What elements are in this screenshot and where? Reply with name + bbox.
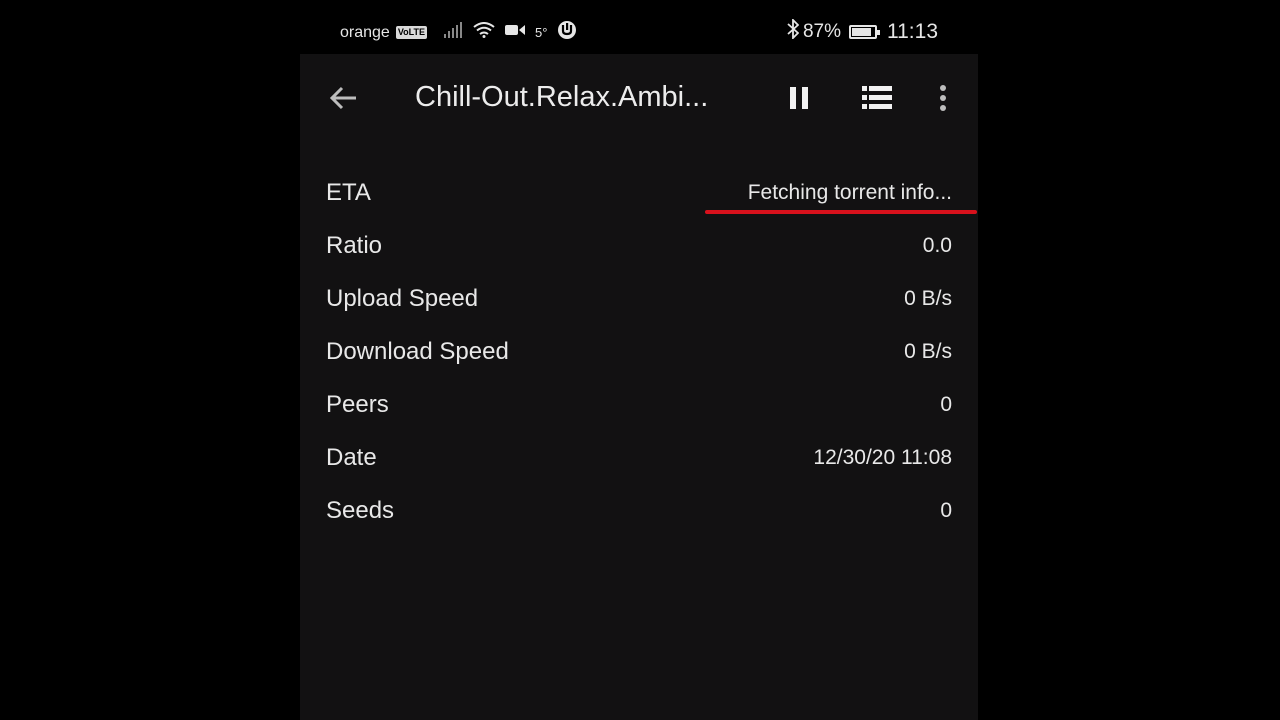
peers-value: 0	[940, 392, 952, 416]
detail-row-seeds: Seeds 0	[300, 484, 978, 537]
download-speed-value: 0 B/s	[904, 339, 952, 363]
upload-speed-label: Upload Speed	[326, 284, 479, 312]
app-toolbar: Chill-Out.Relax.Ambi...	[300, 54, 978, 144]
video-camera-icon	[505, 23, 525, 42]
more-options-button[interactable]	[925, 80, 961, 116]
seeds-value: 0	[940, 498, 952, 522]
list-view-button[interactable]	[859, 80, 895, 116]
pause-icon	[790, 87, 808, 109]
more-vert-icon	[940, 85, 946, 111]
carrier-name: orange	[340, 23, 390, 41]
pause-button[interactable]	[781, 80, 817, 116]
bluetooth-icon	[787, 17, 800, 45]
temperature-text: 5°	[535, 25, 548, 40]
ratio-label: Ratio	[326, 231, 383, 259]
back-button[interactable]	[326, 80, 362, 116]
status-bar: orange VoLTE 5° 87% 11:13	[300, 10, 978, 52]
list-icon	[862, 86, 892, 109]
volte-badge: VoLTE	[395, 26, 427, 39]
battery-level	[852, 28, 871, 36]
wifi-icon	[473, 22, 495, 43]
status-right: 87% 11:13	[787, 17, 938, 45]
phone-screen: orange VoLTE 5° 87% 11:13 Chill-Out.Rela…	[0, 0, 1280, 720]
detail-row-download-speed: Download Speed 0 B/s	[300, 325, 978, 378]
detail-row-eta: ETA Fetching torrent info...	[300, 166, 978, 219]
detail-row-upload-speed: Upload Speed 0 B/s	[300, 272, 978, 325]
torrent-title: Chill-Out.Relax.Ambi...	[415, 81, 709, 113]
download-speed-label: Download Speed	[326, 337, 509, 365]
highlight-underline	[705, 210, 977, 214]
detail-row-ratio: Ratio 0.0	[300, 219, 978, 272]
status-left: orange VoLTE 5°	[340, 20, 587, 45]
back-arrow-icon	[329, 86, 356, 110]
upload-speed-value: 0 B/s	[904, 286, 952, 310]
battery-percent: 87%	[802, 21, 841, 42]
clock: 11:13	[887, 20, 938, 43]
signal-icon	[443, 22, 463, 43]
torrent-details-list: ETA Fetching torrent info... Ratio 0.0 U…	[300, 166, 978, 537]
date-value: 12/30/20 11:08	[813, 445, 952, 469]
detail-row-peers: Peers 0	[300, 378, 978, 431]
ratio-value: 0.0	[922, 233, 952, 257]
seeds-label: Seeds	[326, 496, 395, 524]
torrent-detail-screen: Chill-Out.Relax.Ambi... ETA Fetching tor…	[300, 54, 978, 720]
date-label: Date	[326, 443, 377, 471]
detail-row-date: Date 12/30/20 11:08	[300, 431, 978, 484]
eta-label: ETA	[326, 178, 371, 206]
utorrent-icon	[557, 20, 577, 45]
eta-value: Fetching torrent info...	[747, 180, 952, 204]
peers-label: Peers	[326, 390, 389, 418]
battery-icon	[849, 25, 880, 39]
